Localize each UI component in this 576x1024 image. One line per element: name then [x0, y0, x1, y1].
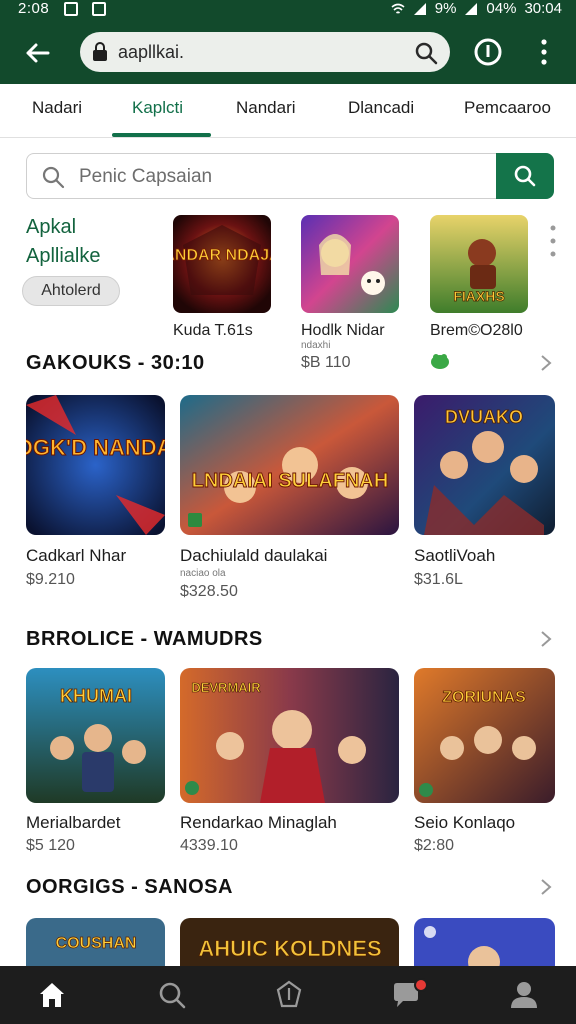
- featured-app-price: $B 110: [301, 354, 351, 371]
- art-text: DEVRMAIR: [191, 680, 261, 695]
- chevron-right-icon[interactable]: [538, 353, 554, 373]
- game-art: JOGK'D NANDAN: [26, 395, 165, 535]
- status-bar: 2:08 9% 04% 30:04: [0, 0, 576, 20]
- app-price: $5 120: [26, 837, 75, 854]
- app-card-image[interactable]: KHUMAI: [26, 668, 165, 803]
- featured-app-title: Hodlk Nidar: [301, 322, 385, 339]
- clock-right: 30:04: [524, 0, 562, 17]
- app-card-image[interactable]: JOGK'D NANDAN: [26, 395, 165, 535]
- game-art: FIAXHS: [430, 215, 528, 313]
- search-icon: [514, 165, 536, 187]
- search-field[interactable]: Penic Capsaian: [26, 153, 496, 199]
- battery-text-2: 04%: [486, 0, 517, 17]
- app-card-image[interactable]: DVUAKO: [414, 395, 555, 535]
- app-price: $9.210: [26, 571, 75, 588]
- arrow-left-icon[interactable]: [22, 38, 52, 68]
- section-title: GAKOUKS - 30:10: [26, 352, 205, 374]
- featured-app-image[interactable]: [301, 215, 399, 313]
- art-text: ZORIUNAS: [442, 689, 526, 706]
- section-title: OORGIGS - SANOSA: [26, 876, 233, 898]
- address-bar[interactable]: aapllkai.: [80, 32, 450, 72]
- tab-dlancadi[interactable]: Dlancadi: [348, 98, 414, 118]
- game-art: DVUAKO: [414, 395, 555, 535]
- category-tabs: Nadari Kaplcti Nandari Dlancadi Pemcaaro…: [0, 84, 576, 138]
- status-time: 2:08: [18, 0, 50, 17]
- bottom-navigation: [0, 966, 576, 1024]
- featured-app-title: Kuda T.61s: [173, 322, 253, 339]
- info-icon[interactable]: [472, 36, 504, 68]
- art-text: FIAXHS: [453, 288, 504, 304]
- app-card-image[interactable]: ZORIUNAS: [414, 668, 555, 803]
- featured-app-image[interactable]: NANDAR NDAJAN: [173, 215, 271, 313]
- search-icon: [42, 166, 65, 189]
- search-icon[interactable]: [414, 41, 438, 65]
- signal-icon: [413, 2, 426, 15]
- section-title: BRROLICE - WAMUDRS: [26, 628, 263, 650]
- tab-nadari[interactable]: Nadari: [32, 98, 82, 118]
- promo-chip-button[interactable]: Ahtolerd: [22, 276, 120, 306]
- art-text: DVUAKO: [445, 407, 523, 427]
- tab-nandari[interactable]: Nandari: [236, 98, 296, 118]
- url-text: aapllkai.: [118, 42, 185, 62]
- wifi-icon: [391, 3, 405, 14]
- notification-icon: [92, 2, 106, 16]
- app-name[interactable]: SaotliVoah: [414, 546, 495, 566]
- search-submit-button[interactable]: [496, 153, 554, 199]
- art-text: AHUIC KOLDNES: [198, 936, 381, 961]
- search-placeholder: Penic Capsaian: [79, 166, 213, 187]
- game-art: [301, 215, 399, 313]
- app-card-image[interactable]: DEVRMAIR: [180, 668, 399, 803]
- featured-app-title: Brem©O28l0: [430, 322, 523, 339]
- tab-kaplcti[interactable]: Kaplcti: [132, 98, 183, 118]
- app-name[interactable]: Rendarkao Minaglah: [180, 813, 337, 833]
- game-art: KHUMAI: [26, 668, 165, 803]
- signal-icon: [465, 2, 478, 15]
- game-art: ZORIUNAS: [414, 668, 555, 803]
- search-icon[interactable]: [157, 980, 187, 1010]
- game-art: NANDAR NDAJAN: [173, 215, 271, 313]
- art-text: NANDAR NDAJAN: [173, 247, 271, 264]
- tab-pemcaaroo[interactable]: Pemcaaroo: [464, 98, 551, 118]
- app-card-image[interactable]: LNDAIAI SULAFNAH: [180, 395, 399, 535]
- art-text: LNDAIAI SULAFNAH: [192, 470, 389, 492]
- art-text: COUSHAN: [56, 935, 137, 952]
- home-icon[interactable]: [37, 980, 67, 1010]
- more-vert-icon[interactable]: [536, 36, 552, 68]
- game-art: DEVRMAIR: [180, 668, 399, 803]
- app-price: 4339.10: [180, 837, 238, 854]
- chevron-right-icon[interactable]: [538, 877, 554, 897]
- profile-icon[interactable]: [509, 980, 539, 1010]
- status-right: 9% 04% 30:04: [391, 0, 562, 17]
- app-price: $2:80: [414, 837, 455, 854]
- notification-badge: [414, 978, 428, 992]
- rating-badge-icon: [431, 354, 449, 369]
- more-vert-icon[interactable]: [549, 224, 557, 258]
- game-art: LNDAIAI SULAFNAH: [180, 395, 399, 535]
- app-price: $31.6L: [414, 571, 463, 588]
- app-name[interactable]: Merialbardet: [26, 813, 121, 833]
- notification-icon: [64, 2, 78, 16]
- app-bar: aapllkai.: [0, 20, 576, 84]
- featured-app-sub: ndaxhi: [301, 340, 331, 351]
- app-name[interactable]: Cadkarl Nhar: [26, 546, 126, 566]
- art-text: JOGK'D NANDAN: [26, 435, 165, 460]
- app-name[interactable]: Seio Konlaqo: [414, 813, 515, 833]
- featured-app-image[interactable]: FIAXHS: [430, 215, 528, 313]
- lock-icon: [93, 42, 107, 61]
- active-tab-indicator: [112, 133, 211, 137]
- battery-text: 9%: [434, 0, 457, 17]
- promo-heading: Apkal: [26, 216, 77, 238]
- chevron-right-icon[interactable]: [538, 629, 554, 649]
- shield-icon[interactable]: [274, 980, 304, 1010]
- promo-subheading: Apllialke: [26, 245, 101, 267]
- app-sub: naciao ola: [180, 568, 226, 579]
- app-name[interactable]: Dachiulald daulakai: [180, 546, 327, 566]
- app-price: $328.50: [180, 583, 238, 600]
- art-text: KHUMAI: [60, 686, 132, 706]
